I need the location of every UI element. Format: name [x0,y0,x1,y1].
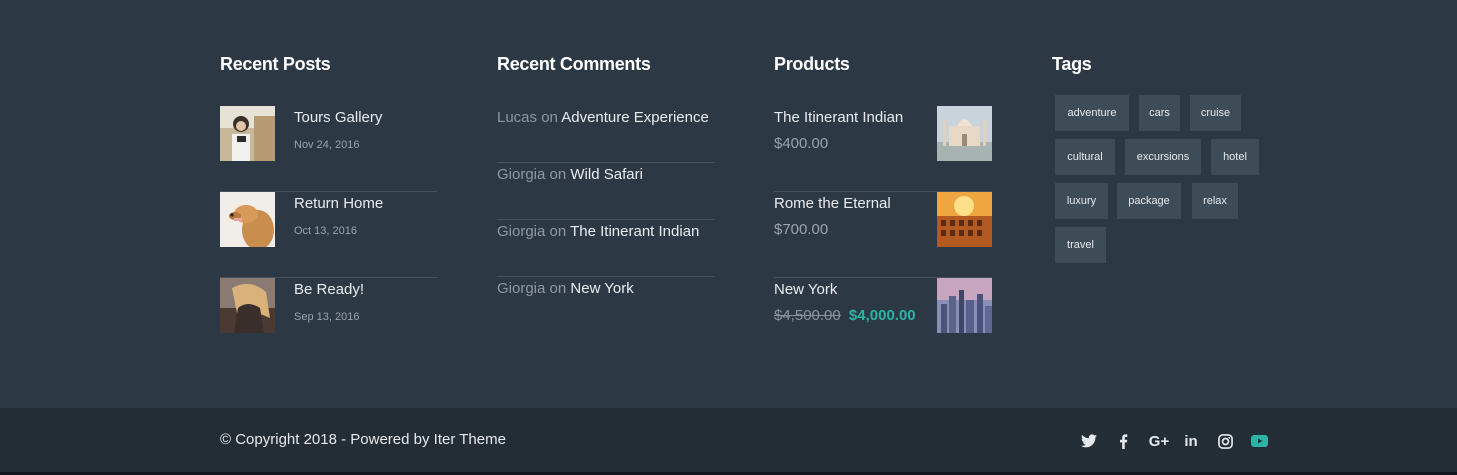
product-price: $400.00 [774,135,829,152]
post-thumbnail[interactable] [220,106,275,161]
comment-post-link[interactable]: New York [570,280,633,297]
tag-link[interactable]: cars [1139,95,1180,131]
tag-link[interactable]: hotel [1211,139,1259,175]
widget-title: Recent Posts [220,54,331,74]
post-date: Nov 24, 2016 [294,139,360,151]
products-widget: Products The Itinerant Indian $400.00 Ro… [774,52,992,333]
comment-author: Lucas [497,109,538,126]
tag-link[interactable]: travel [1055,227,1106,263]
twitter-icon[interactable] [1078,431,1100,451]
tag-link[interactable]: luxury [1055,183,1108,219]
comment-on-text: on [549,223,567,240]
product-title[interactable]: The Itinerant Indian [774,109,903,126]
footer-bottom-bar: © Copyright 2018 - Powered by Iter Theme… [0,408,1457,475]
recent-comments-list: Lucas on Adventure Experience Giorgia on… [497,106,715,334]
list-item: Giorgia on Wild Safari [497,163,715,220]
product-thumbnail[interactable] [937,192,992,247]
product-title[interactable]: New York [774,281,837,298]
list-item: Lucas on Adventure Experience [497,106,715,163]
comment-author: Giorgia [497,166,546,183]
post-date: Sep 13, 2016 [294,311,360,323]
post-title[interactable]: Tours Gallery [294,109,382,126]
post-thumbnail[interactable] [220,278,275,333]
product-price: $700.00 [774,221,829,238]
google-plus-icon[interactable]: G+ [1146,431,1172,451]
recent-posts-widget: Recent Posts Tours Gallery Nov 24, 2016 [220,52,437,333]
products-list: The Itinerant Indian $400.00 Rome the Et… [774,106,992,364]
widget-title: Tags [1052,54,1092,74]
post-thumbnail[interactable] [220,192,275,247]
post-title[interactable]: Be Ready! [294,281,364,298]
product-thumbnail[interactable] [937,278,992,333]
tags-widget: Tags adventure cars cruise cultural excu… [1052,52,1272,263]
list-item[interactable]: Be Ready! Sep 13, 2016 [220,278,437,364]
tag-link[interactable]: adventure [1055,95,1129,131]
list-item[interactable]: Return Home Oct 13, 2016 [220,192,437,278]
tag-link[interactable]: relax [1192,183,1238,219]
list-item: Giorgia on The Itinerant Indian [497,220,715,277]
post-title[interactable]: Return Home [294,195,383,212]
product-old-price: $4,500.00 [774,307,841,324]
instagram-icon[interactable] [1214,431,1236,451]
recent-posts-list: Tours Gallery Nov 24, 2016 Return Home O… [220,106,437,364]
tag-link[interactable]: package [1117,183,1181,219]
comment-author: Giorgia [497,280,546,297]
comment-post-link[interactable]: Wild Safari [570,166,643,183]
comment-author: Giorgia [497,223,546,240]
tag-link[interactable]: cruise [1190,95,1241,131]
linkedin-icon[interactable]: in [1180,431,1202,451]
list-item: Giorgia on New York [497,277,715,334]
comment-on-text: on [549,280,567,297]
facebook-icon[interactable] [1112,431,1134,451]
post-date: Oct 13, 2016 [294,225,357,237]
youtube-icon[interactable] [1248,431,1270,451]
tag-link[interactable]: excursions [1125,139,1201,175]
product-title[interactable]: Rome the Eternal [774,195,891,212]
comment-on-text: on [549,166,567,183]
product-price: $4,500.00 $4,000.00 [774,307,916,324]
widget-title: Products [774,54,850,74]
list-item[interactable]: The Itinerant Indian $400.00 [774,106,992,192]
product-sale-price: $4,000.00 [848,307,916,324]
comment-post-link[interactable]: Adventure Experience [561,109,709,126]
widget-title: Recent Comments [497,54,651,74]
list-item[interactable]: Tours Gallery Nov 24, 2016 [220,106,437,192]
recent-comments-widget: Recent Comments Lucas on Adventure Exper… [497,52,715,297]
copyright-text: © Copyright 2018 - Powered by Iter Theme [220,431,506,448]
product-thumbnail[interactable] [937,106,992,161]
tag-link[interactable]: cultural [1055,139,1115,175]
comment-on-text: on [541,109,558,126]
comment-post-link[interactable]: The Itinerant Indian [570,223,699,240]
footer-widgets: Recent Posts Tours Gallery Nov 24, 2016 [0,0,1457,408]
list-item[interactable]: New York $4,500.00 $4,000.00 [774,278,992,364]
list-item[interactable]: Rome the Eternal $700.00 [774,192,992,278]
